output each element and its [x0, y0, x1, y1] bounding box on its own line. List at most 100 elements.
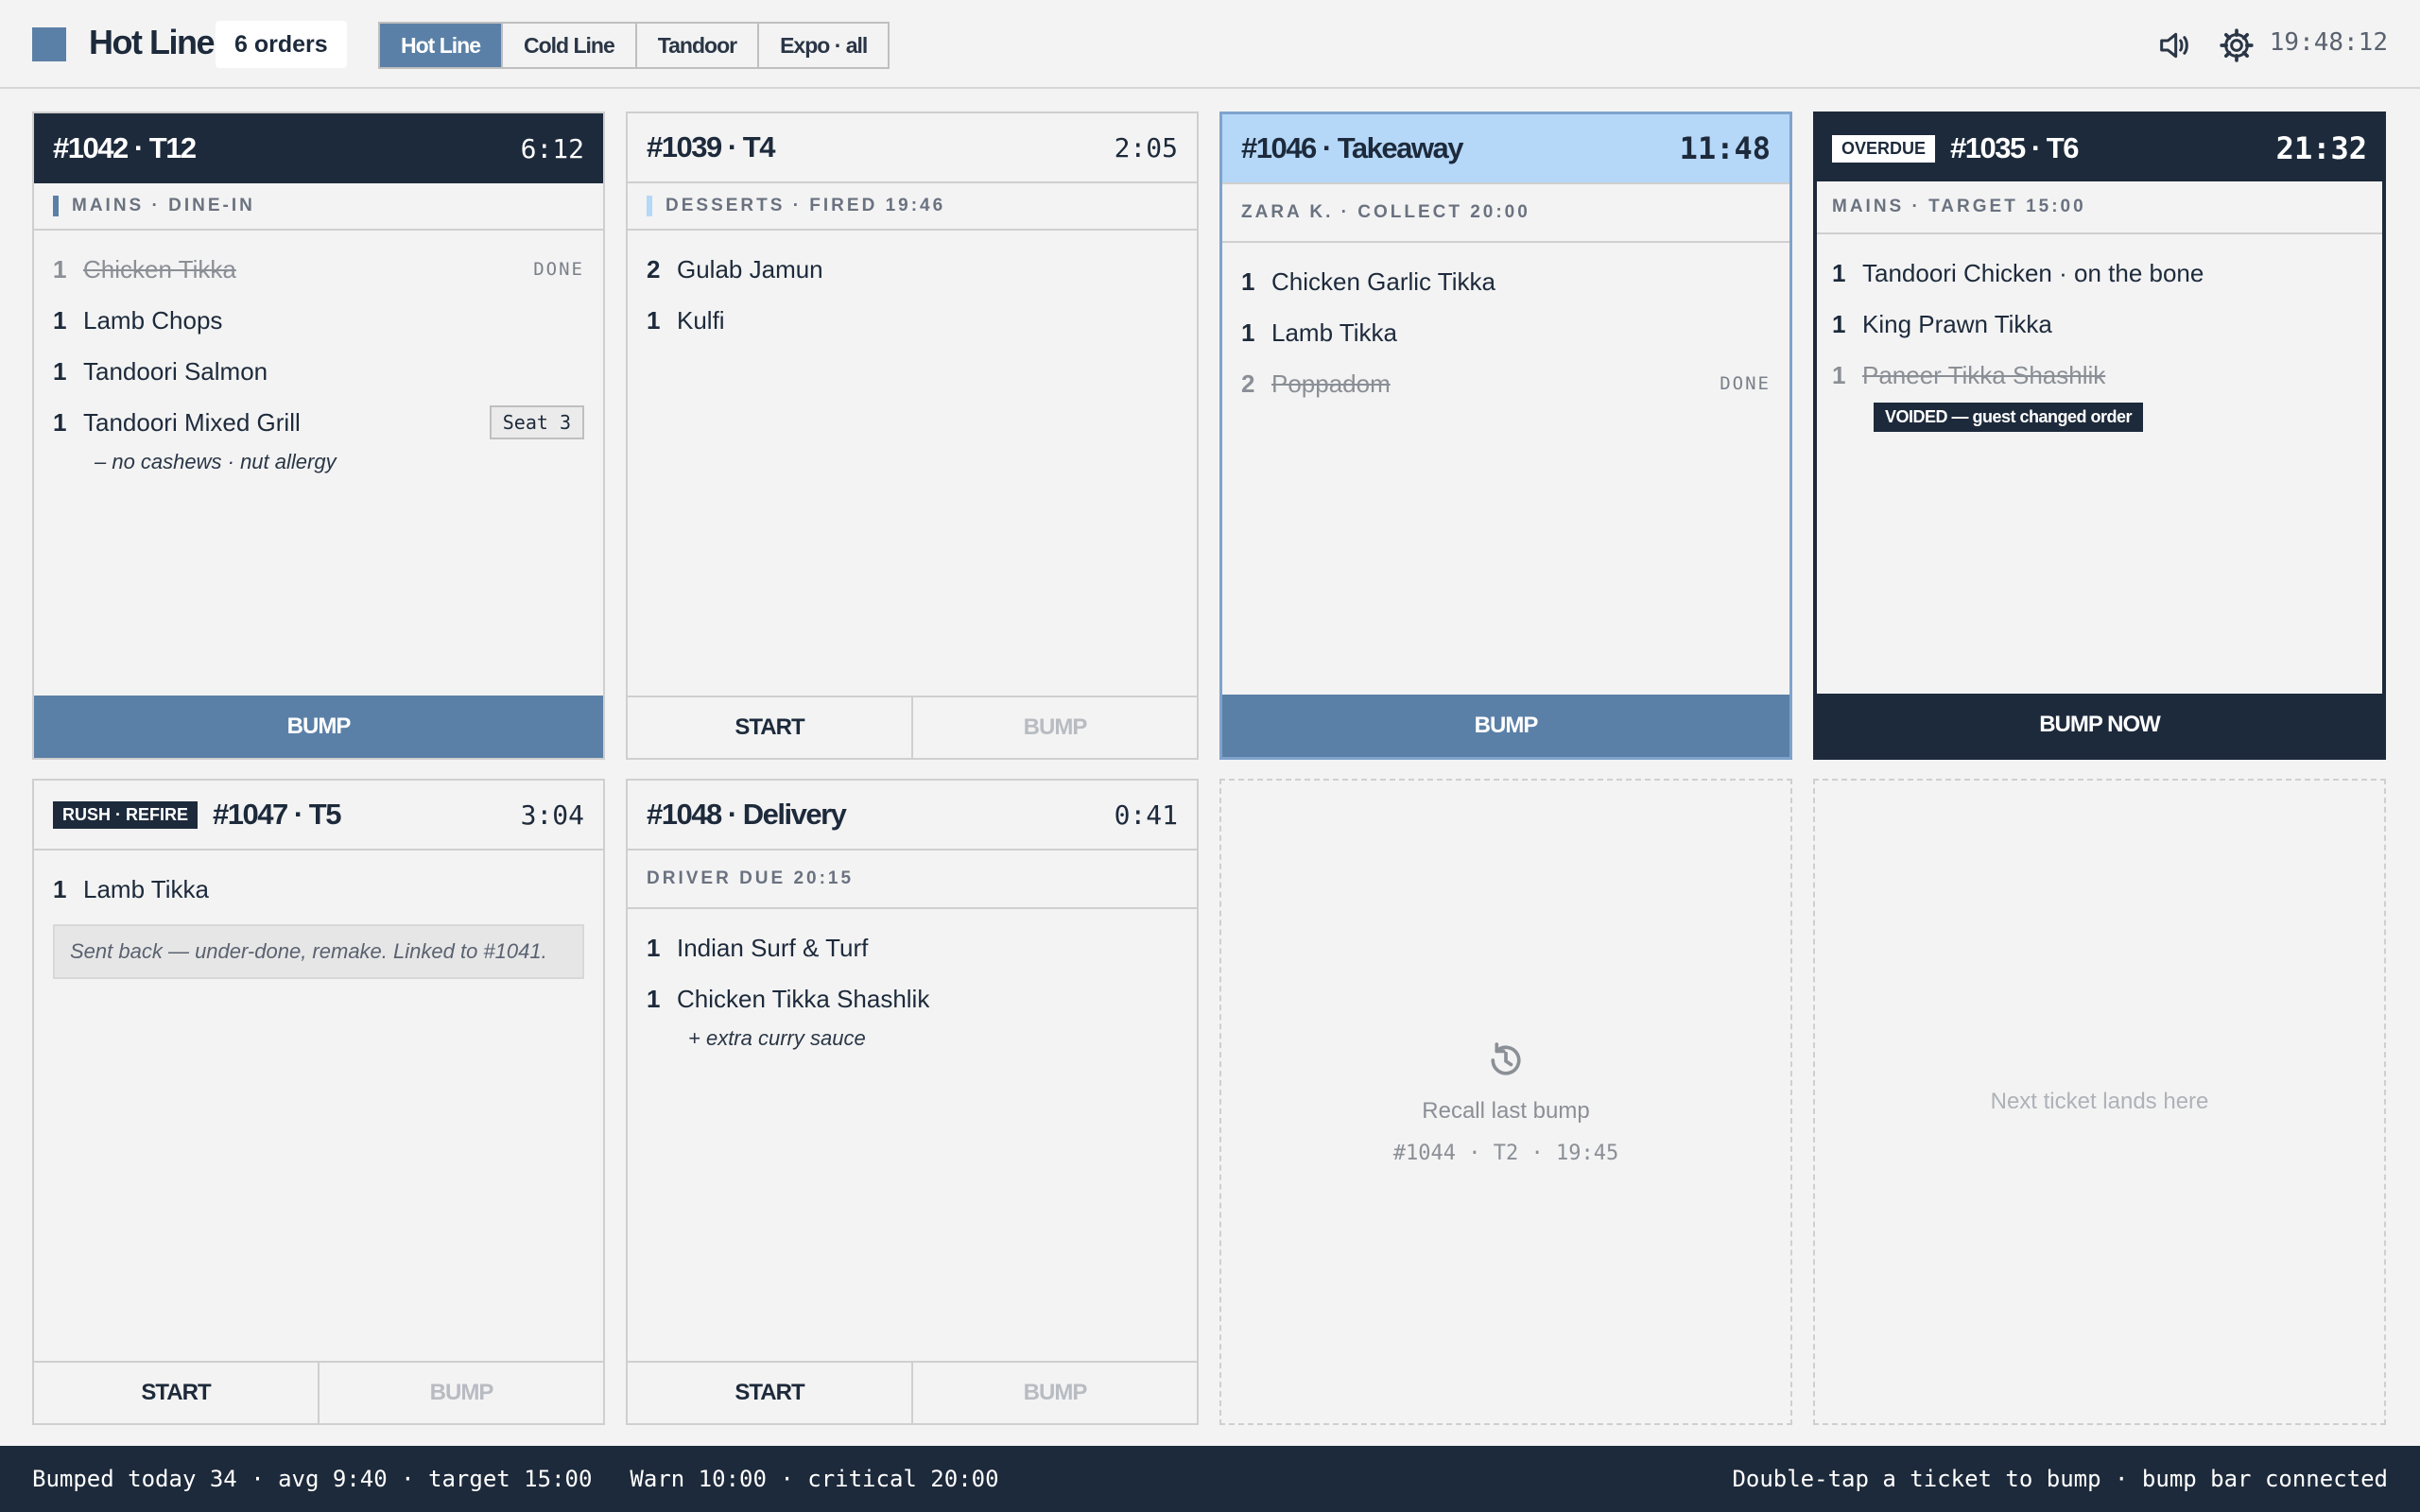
item-qty: 1	[647, 305, 661, 335]
item-qty: 1	[53, 254, 67, 284]
list-item[interactable]: 1 Lamb Chops	[53, 295, 584, 346]
empty-slot-label: Next ticket lands here	[1990, 1089, 2209, 1114]
item-list: 1 Indian Surf & Turf 1 Chicken Tikka Sha…	[628, 909, 1197, 1070]
item-qty: 1	[53, 874, 67, 903]
bump-button[interactable]: BUMP	[318, 1363, 603, 1423]
speaker-icon[interactable]	[2155, 26, 2193, 64]
start-button[interactable]: START	[628, 697, 911, 758]
station-color-icon	[32, 27, 66, 61]
ticket-1042[interactable]: #1042 · T12 6:12 MAINS · DINE-IN 1 Chick…	[32, 112, 605, 760]
item-name: King Prawn Tikka	[1862, 309, 2052, 338]
list-item[interactable]: 1 Chicken Tikka Shashlik	[647, 973, 1178, 1024]
ticket-timer: 11:48	[1679, 130, 1771, 166]
ticket-1047[interactable]: RUSH · REFIRE #1047 · T5 3:04 1 Lamb Tik…	[32, 779, 605, 1425]
item-list: 1 Lamb Tikka Sent back — under-done, rem…	[34, 850, 603, 992]
item-qty: 1	[1832, 309, 1846, 338]
item-qty: 1	[1832, 258, 1846, 287]
item-qty: 1	[647, 933, 661, 962]
item-qty: 1	[647, 984, 661, 1013]
list-item[interactable]: 1 King Prawn Tikka	[1832, 299, 2367, 350]
threshold-info: Warn 10:00 · critical 20:00	[630, 1466, 999, 1492]
ticket-1048[interactable]: #1048 · Delivery 0:41 DRIVER DUE 20:15 1…	[626, 779, 1199, 1425]
recall-last-bump[interactable]: Recall last bump #1044 · T2 · 19:45	[1219, 779, 1792, 1425]
item-qty: 2	[647, 254, 661, 284]
ticket-header: RUSH · REFIRE #1047 · T5 3:04	[34, 781, 603, 850]
ticket-id: #1048 · Delivery	[647, 798, 847, 831]
list-item[interactable]: 1 Tandoori Chicken · on the bone	[1832, 248, 2367, 299]
ticket-actions: START BUMP	[628, 696, 1197, 758]
item-name: Tandoori Mixed Grill	[83, 407, 301, 437]
item-name: Tandoori Salmon	[83, 356, 268, 386]
ticket-actions: BUMP NOW	[1817, 694, 2382, 756]
item-name: Chicken Garlic Tikka	[1271, 266, 1495, 296]
list-item[interactable]: 1 Paneer Tikka Shashlik	[1832, 350, 2367, 401]
ticket-timer: 6:12	[520, 132, 584, 164]
ticket-header: #1042 · T12 6:12	[34, 113, 603, 183]
bump-button[interactable]: BUMP	[34, 696, 603, 758]
ticket-1035[interactable]: OVERDUE #1035 · T6 21:32 MAINS · TARGET …	[1813, 112, 2386, 760]
list-item[interactable]: 1 Lamb Tikka	[53, 864, 584, 915]
item-list: 2 Gulab Jamun 1 Kulfi	[628, 231, 1197, 359]
ticket-id: #1042 · T12	[53, 131, 197, 164]
list-item[interactable]: 1 Chicken Tikka DONE	[53, 244, 584, 295]
item-name: Lamb Chops	[83, 305, 223, 335]
clock: 19:48:12	[2269, 28, 2388, 57]
list-item[interactable]: 1 Kulfi	[647, 295, 1178, 346]
ticket-1046[interactable]: #1046 · Takeaway 11:48 ZARA K. · COLLECT…	[1219, 112, 1792, 760]
list-item[interactable]: 1 Tandoori Salmon	[53, 346, 584, 397]
bump-button[interactable]: BUMP	[911, 697, 1197, 758]
item-name: Chicken Tikka	[83, 254, 236, 284]
done-tag: DONE	[533, 259, 584, 280]
seat-badge: Seat 3	[489, 405, 584, 439]
bump-button[interactable]: BUMP	[1222, 695, 1789, 757]
ticket-1039[interactable]: #1039 · T4 2:05 DESSERTS · FIRED 19:46 2…	[626, 112, 1199, 760]
customer-label: ZARA K. · COLLECT 20:00	[1241, 202, 1530, 222]
ticket-timer: 21:32	[2275, 130, 2367, 166]
overdue-badge: OVERDUE	[1832, 134, 1936, 163]
recall-label: Recall last bump	[1422, 1097, 1590, 1124]
ticket-actions: START BUMP	[34, 1361, 603, 1423]
list-item[interactable]: 1 Indian Surf & Turf	[647, 922, 1178, 973]
list-item[interactable]: 2 Poppadom DONE	[1241, 358, 1771, 409]
item-qty: 1	[1241, 318, 1255, 347]
ticket-timer: 2:05	[1114, 131, 1178, 163]
top-bar: Hot Line 6 orders Hot Line Cold Line Tan…	[0, 0, 2420, 89]
list-item[interactable]: 1 Tandoori Mixed Grill Seat 3	[53, 397, 584, 448]
item-list: 1 Chicken Tikka DONE 1 Lamb Chops 1 Tand…	[34, 231, 603, 493]
item-name: Lamb Tikka	[1271, 318, 1397, 347]
gear-icon[interactable]	[2218, 26, 2256, 64]
tab-tandoor[interactable]: Tandoor	[637, 24, 760, 67]
item-qty: 1	[1241, 266, 1255, 296]
done-tag: DONE	[1720, 373, 1771, 394]
void-notice: VOIDED — guest changed order	[1874, 403, 2144, 432]
ticket-header: #1039 · T4 2:05	[628, 113, 1197, 183]
item-list: 1 Tandoori Chicken · on the bone 1 King …	[1817, 234, 2382, 445]
start-button[interactable]: START	[628, 1363, 911, 1423]
ticket-header: OVERDUE #1035 · T6 21:32	[1817, 115, 2382, 181]
station-tabs: Hot Line Cold Line Tandoor Expo · all	[378, 22, 890, 69]
ticket-header: #1046 · Takeaway 11:48	[1222, 114, 1789, 184]
start-button[interactable]: START	[34, 1363, 318, 1423]
bump-button[interactable]: BUMP	[911, 1363, 1197, 1423]
list-item[interactable]: 1 Lamb Tikka	[1241, 307, 1771, 358]
ticket-id: #1039 · T4	[647, 130, 775, 163]
ticket-timer: 3:04	[520, 799, 584, 831]
order-count-badge: 6 orders	[216, 21, 347, 68]
list-item[interactable]: 2 Gulab Jamun	[647, 244, 1178, 295]
ticket-actions: BUMP	[34, 696, 603, 758]
refire-note: Sent back — under-done, remake. Linked t…	[53, 924, 584, 979]
course-marker	[647, 196, 652, 216]
course-marker	[53, 196, 59, 216]
history-icon	[1491, 1041, 1521, 1075]
ticket-header: #1048 · Delivery 0:41	[628, 781, 1197, 850]
tab-hot-line[interactable]: Hot Line	[380, 24, 503, 67]
page-title: Hot Line	[89, 23, 215, 61]
item-name: Poppadom	[1271, 369, 1391, 398]
ticket-actions: START BUMP	[628, 1361, 1197, 1423]
course-label: DESSERTS · FIRED 19:46	[666, 196, 946, 215]
tab-expo-all[interactable]: Expo · all	[759, 24, 888, 67]
bump-now-button[interactable]: BUMP NOW	[1817, 694, 2382, 756]
item-qty: 1	[53, 356, 67, 386]
list-item[interactable]: 1 Chicken Garlic Tikka	[1241, 256, 1771, 307]
tab-cold-line[interactable]: Cold Line	[503, 24, 637, 67]
